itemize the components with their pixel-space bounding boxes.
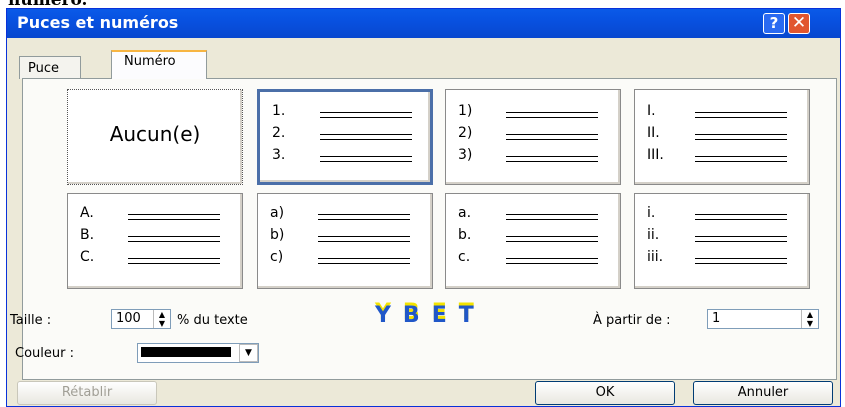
close-button[interactable]: ✕ (788, 13, 810, 34)
style-alpha-upper[interactable]: A. B. C. (67, 193, 243, 289)
window-title: Puces et numéros (17, 13, 179, 32)
preview-line (320, 112, 412, 113)
number-label: 3. (272, 147, 286, 163)
preview-line (318, 219, 410, 220)
preview-line (506, 219, 598, 220)
color-label: Couleur : (15, 346, 74, 361)
preview-line (506, 258, 598, 259)
cancel-button[interactable]: Annuler (693, 381, 833, 405)
start-at-spinner[interactable]: 1 ▲ ▼ (707, 309, 819, 329)
tab-numero[interactable]: Numéro (111, 50, 207, 79)
number-label: II. (647, 125, 660, 141)
number-label: c) (270, 249, 284, 265)
preview-line (320, 161, 412, 162)
preview-line (506, 236, 598, 237)
style-decimal-paren[interactable]: 1) 2) 3) (445, 89, 621, 185)
number-label: 2. (272, 125, 286, 141)
preview-line (320, 134, 412, 135)
preview-line (506, 139, 598, 140)
preview-line (128, 236, 220, 237)
preview-line (318, 241, 410, 242)
number-label: I. (647, 103, 656, 119)
bullets-numbering-dialog: Puces et numéros ? ✕ Puce Numéro Aucun(e… (6, 8, 841, 407)
preview-line (128, 219, 220, 220)
preview-line (320, 156, 412, 157)
size-suffix: % du texte (177, 313, 248, 328)
number-label: III. (647, 147, 664, 163)
spinner-arrows-icon[interactable]: ▲ ▼ (153, 310, 170, 328)
preview-line (695, 236, 787, 237)
preview-line (506, 241, 598, 242)
number-label: B. (80, 227, 95, 243)
style-roman-upper[interactable]: I. II. III. (634, 89, 810, 185)
preview-line (318, 236, 410, 237)
number-label: 1. (272, 103, 286, 119)
number-label: a. (458, 205, 472, 221)
preview-line (695, 112, 787, 113)
size-value: 100 (116, 311, 141, 326)
preview-line (695, 241, 787, 242)
preview-line (318, 258, 410, 259)
start-at-value: 1 (712, 311, 721, 326)
style-decimal-dot[interactable]: 1. 2. 3. (257, 89, 433, 185)
number-label: C. (80, 249, 95, 265)
preview-line (695, 161, 787, 162)
color-dropdown[interactable]: ▼ (137, 343, 259, 363)
preview-line (506, 117, 598, 118)
ybet-watermark: YBET (375, 303, 486, 328)
preview-line (506, 161, 598, 162)
dropdown-arrow-icon[interactable]: ▼ (239, 344, 258, 362)
number-label: A. (80, 205, 94, 221)
number-label: 1) (458, 103, 473, 119)
reset-button[interactable]: Rétablir (17, 381, 157, 405)
number-label: iii. (647, 249, 664, 265)
preview-line (128, 214, 220, 215)
start-at-label: À partir de : (593, 313, 671, 328)
tab-label: Puce (28, 61, 59, 76)
size-label: Taille : (10, 313, 52, 328)
number-label: b) (270, 227, 285, 243)
preview-line (318, 214, 410, 215)
preview-line (695, 258, 787, 259)
preview-line (128, 241, 220, 242)
number-label: i. (647, 205, 656, 221)
preview-line (318, 263, 410, 264)
numbering-panel: Aucun(e) 1. 2. 3. 1) 2) 3) I. II. III. A… (22, 78, 837, 380)
preview-line (695, 156, 787, 157)
style-none-label: Aucun(e) (109, 122, 201, 146)
preview-line (695, 219, 787, 220)
number-label: 3) (458, 147, 473, 163)
preview-line (128, 258, 220, 259)
preview-line (128, 263, 220, 264)
preview-line (506, 134, 598, 135)
number-label: c. (458, 249, 471, 265)
tab-puce[interactable]: Puce (19, 56, 81, 79)
style-alpha-lower-dot[interactable]: a. b. c. (445, 193, 621, 289)
number-label: b. (458, 227, 472, 243)
preview-line (506, 112, 598, 113)
preview-line (506, 263, 598, 264)
style-alpha-lower-paren[interactable]: a) b) c) (257, 193, 433, 289)
preview-line (695, 263, 787, 264)
tab-label: Numéro (124, 54, 176, 69)
style-roman-lower[interactable]: i. ii. iii. (634, 193, 810, 289)
style-none[interactable]: Aucun(e) (67, 89, 243, 185)
preview-line (320, 139, 412, 140)
number-label: a) (270, 205, 285, 221)
preview-line (695, 134, 787, 135)
preview-line (695, 214, 787, 215)
title-bar: Puces et numéros ? ✕ (7, 9, 840, 38)
help-button[interactable]: ? (763, 13, 785, 34)
ok-button[interactable]: OK (535, 381, 675, 405)
preview-line (506, 156, 598, 157)
preview-line (320, 117, 412, 118)
size-spinner[interactable]: 100 ▲ ▼ (111, 309, 171, 329)
spinner-arrows-icon[interactable]: ▲ ▼ (801, 310, 818, 328)
preview-line (506, 214, 598, 215)
preview-line (695, 117, 787, 118)
number-label: ii. (647, 227, 660, 243)
color-swatch (141, 347, 231, 357)
preview-line (695, 139, 787, 140)
number-label: 2) (458, 125, 473, 141)
